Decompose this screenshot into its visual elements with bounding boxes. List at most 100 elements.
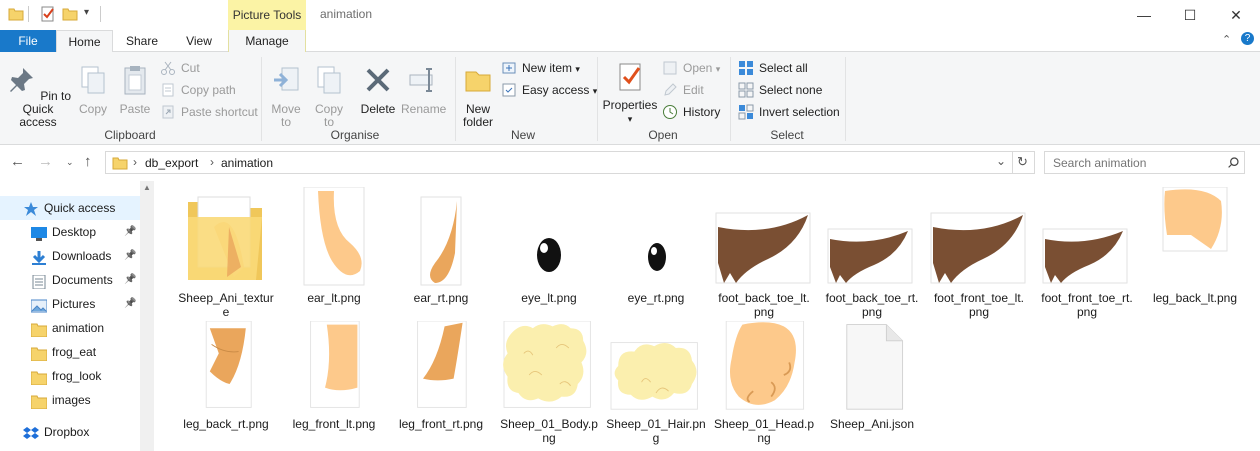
rename-label: Rename [401,102,447,116]
refresh-icon[interactable]: ↻ [1017,154,1028,170]
invert-selection-icon [738,104,754,120]
file-name: leg_front_lt.png [292,417,376,431]
address-bar[interactable]: › db_export › animation ⌄ ↻ [105,151,1035,174]
sidebar-item-downloads[interactable]: Downloads 📌 [0,244,140,268]
sidebar-item-pictures[interactable]: Pictures 📌 [0,292,140,316]
sidebar-item-label: animation [52,321,105,335]
close-button[interactable]: ✕ [1213,0,1259,30]
sidebar-item-dropbox[interactable]: Dropbox [0,420,140,444]
properties-button[interactable]: Properties ▾ [602,60,658,126]
file-item[interactable]: Sheep_Ani.json [820,321,924,451]
rename-button[interactable]: Rename [401,64,447,116]
delete-button[interactable]: Delete [358,64,398,116]
minimize-button[interactable]: — [1121,0,1167,30]
cut-button[interactable]: Cut [160,58,200,78]
tab-view[interactable]: View [171,30,227,52]
file-item[interactable]: Sheep_01_Head.p ng [712,320,816,451]
open-icon [663,61,677,75]
pin-icon: 📌 [124,274,137,285]
new-item-label: New item [522,61,573,75]
folder-icon [30,345,48,362]
sidebar-item-images[interactable]: images [0,388,140,412]
select-all-button[interactable]: Select all [738,58,808,78]
history-button[interactable]: History [662,102,720,122]
maximize-button[interactable]: ☐ [1167,0,1213,30]
search-icon[interactable] [1227,156,1240,169]
image-thumbnail [820,187,924,287]
file-item[interactable]: leg_front_rt.png [389,320,493,451]
new-folder-button[interactable]: New folder [458,64,498,129]
file-item[interactable]: ear_lt.png [282,186,386,317]
image-thumbnail [389,320,493,411]
file-name: Sheep_01_Hair.pn g [606,417,706,445]
pin-icon [9,68,33,92]
file-item[interactable]: foot_back_toe_lt. png [712,187,816,319]
file-item[interactable]: eye_lt.png [497,187,601,317]
image-thumbnail [1143,186,1247,287]
breadcrumb-animation[interactable]: animation [221,156,273,170]
scissors-icon [161,61,175,75]
file-item[interactable]: foot_back_toe_rt. png [820,187,924,319]
select-group-label: Select [770,128,804,142]
file-item[interactable]: Sheep_Ani_textur e [174,187,278,319]
file-item[interactable]: leg_front_lt.png [282,320,386,451]
sidebar-item-documents[interactable]: Documents 📌 [0,268,140,292]
pin-icon: 📌 [124,226,137,237]
history-label: History [683,105,721,119]
file-item[interactable]: Sheep_01_Hair.pn g [604,321,708,451]
file-item[interactable]: Sheep_01_Body.p ng [497,320,601,451]
forward-arrow-icon[interactable]: → [38,153,53,170]
address-history-chevron-icon[interactable]: ⌄ [996,154,1006,168]
desktop-icon [31,225,47,241]
search-input[interactable] [1045,152,1215,173]
paste-shortcut-button[interactable]: Paste shortcut [160,102,258,122]
customize-quick-access-chevron[interactable]: ▾ [84,7,89,18]
easy-access-button[interactable]: Easy access ▾ [501,80,597,100]
file-name: Sheep_Ani_textur e [178,291,274,319]
sidebar-item-animation[interactable]: animation [0,316,140,340]
image-thumbnail [282,186,386,287]
invert-selection-button[interactable]: Invert selection [738,102,840,122]
select-none-label: Select none [759,83,823,97]
sidebar-item-frog-eat[interactable]: frog_eat [0,340,140,364]
navigation-scrollbar[interactable]: ▲ [140,181,154,451]
paste-label: Paste [119,102,151,116]
file-list: Sheep_Ani_textur e ear_lt.png ear_rt.png ey… [154,181,1260,451]
pin-to-quick-access-button[interactable]: Pin to Quick access [4,64,72,129]
copy-to-button[interactable]: Copy to [310,64,348,129]
image-thumbnail [497,320,601,411]
file-item[interactable]: ear_rt.png [389,187,493,317]
image-thumbnail [497,187,601,287]
new-folder-icon[interactable] [62,6,78,22]
file-item[interactable]: foot_front_toe_rt. png [1035,187,1139,319]
sidebar-item-frog-look[interactable]: frog_look [0,364,140,388]
file-item[interactable]: foot_front_toe_lt. png [927,187,1031,319]
edit-button[interactable]: Edit [662,80,704,100]
move-to-button[interactable]: Move to [266,64,306,129]
up-arrow-icon[interactable]: ↑ [84,153,92,170]
properties-icon[interactable] [40,6,56,22]
paste-button[interactable]: Paste [116,64,154,116]
file-item[interactable]: eye_rt.png [604,187,708,317]
back-arrow-icon[interactable]: ← [10,153,25,170]
new-item-button[interactable]: New item ▾ [501,58,580,78]
help-icon[interactable]: ? [1241,32,1254,45]
copy-path-button[interactable]: Copy path [160,80,236,100]
file-item[interactable]: leg_back_lt.png [1143,186,1247,317]
tab-share[interactable]: Share [113,30,171,52]
open-button[interactable]: Open ▾ [662,58,720,78]
file-item[interactable]: leg_back_rt.png [174,320,278,451]
sidebar-item-desktop[interactable]: Desktop 📌 [0,220,140,244]
collapse-ribbon-icon[interactable]: ⌃ [1222,33,1231,46]
tab-file[interactable]: File [0,30,56,52]
search-box[interactable] [1044,151,1245,174]
select-none-button[interactable]: Select none [738,80,822,100]
scroll-up-icon[interactable]: ▲ [143,183,151,192]
breadcrumb-db-export[interactable]: db_export [145,156,198,170]
tab-manage[interactable]: Manage [228,30,306,52]
image-thumbnail [712,187,816,287]
tab-home[interactable]: Home [56,30,113,53]
sidebar-item-quick-access[interactable]: Quick access [0,196,140,220]
copy-button[interactable]: Copy [76,64,110,116]
recent-locations-chevron-icon[interactable]: ⌄ [66,157,74,168]
